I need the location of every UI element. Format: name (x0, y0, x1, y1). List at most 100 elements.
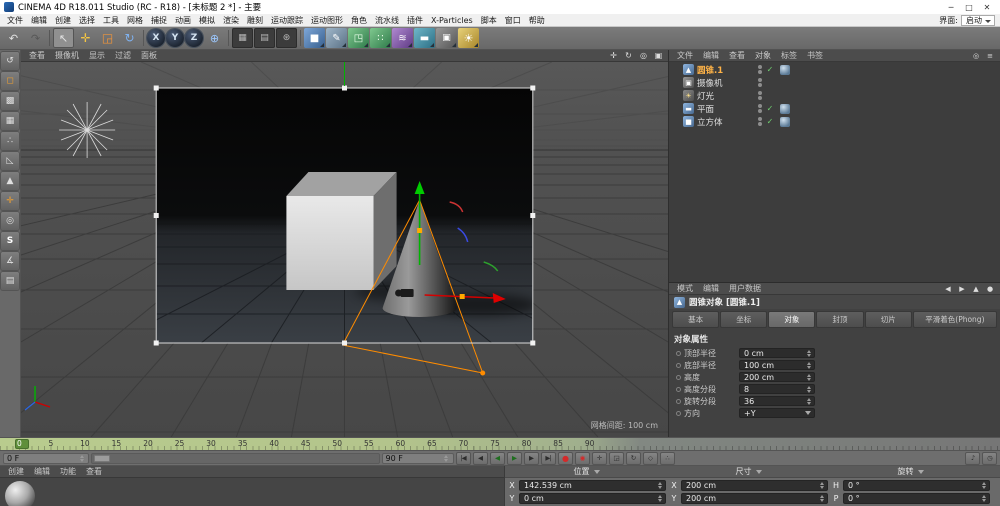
size-x-field[interactable]: 200 cm (681, 480, 828, 491)
parent-up-icon[interactable]: ▲ (971, 285, 981, 293)
menu-file[interactable]: 文件 (3, 15, 27, 26)
rotation-p-field[interactable]: 0 ° (843, 493, 990, 504)
timeline-ruler[interactable]: 0 5 10 15 20 25 30 35 40 45 50 55 60 65 … (0, 437, 1000, 450)
visibility-dots[interactable] (758, 91, 762, 100)
stepper-icon[interactable] (78, 455, 85, 462)
tab-object[interactable]: 对象 (768, 311, 815, 328)
stepper-icon[interactable] (805, 350, 812, 357)
mm-menu-create[interactable]: 创建 (3, 466, 29, 477)
vp-menu-panel[interactable]: 面板 (136, 50, 162, 61)
end-frame-field[interactable]: 90 F (382, 453, 454, 464)
history-forward-icon[interactable]: ▶ (957, 285, 967, 293)
object-row-cube[interactable]: ■ 立方体 ✓ (669, 115, 1000, 128)
playback-rate-button[interactable]: ◷ (982, 452, 997, 465)
menu-pipeline[interactable]: 流水线 (371, 15, 403, 26)
object-name[interactable]: 摄像机 (697, 77, 747, 89)
menu-snap[interactable]: 捕捉 (147, 15, 171, 26)
enabled-check-icon[interactable]: ✓ (765, 117, 775, 126)
tab-caps[interactable]: 封顶 (816, 311, 863, 328)
tab-basic[interactable]: 基本 (672, 311, 719, 328)
coordinate-system-button[interactable]: ⊕ (204, 28, 225, 48)
primitive-cube-button[interactable]: ■ (304, 28, 325, 48)
points-mode-button[interactable]: ∴ (1, 132, 19, 150)
vp-zoom-icon[interactable]: ◎ (637, 51, 650, 61)
sound-toggle-button[interactable]: ♪ (965, 452, 980, 465)
stepper-icon[interactable] (443, 455, 450, 462)
vp-maximize-icon[interactable]: ▣ (652, 51, 665, 61)
position-y-field[interactable]: 0 cm (519, 493, 666, 504)
vp-orbit-icon[interactable]: ↻ (622, 51, 635, 61)
vp-menu-view[interactable]: 查看 (24, 50, 50, 61)
anim-dot-icon[interactable] (676, 387, 681, 392)
object-row-light[interactable]: ☀ 灯光 ✓ (669, 89, 1000, 102)
menu-mesh[interactable]: 网格 (123, 15, 147, 26)
stepper-icon[interactable] (656, 495, 663, 502)
material-list[interactable] (0, 478, 504, 506)
render-picture-viewer-button[interactable]: ▤ (254, 28, 275, 48)
object-name[interactable]: 立方体 (697, 116, 747, 128)
om-menu-tags[interactable]: 标签 (776, 50, 802, 61)
am-menu-mode[interactable]: 模式 (672, 283, 698, 294)
bend-deformer-button[interactable]: ≋ (392, 28, 413, 48)
polygons-mode-button[interactable]: ▲ (1, 172, 19, 190)
key-scale-button[interactable]: ◲ (609, 452, 624, 465)
camera-object[interactable] (395, 289, 414, 297)
redo-button[interactable]: ↷ (25, 28, 46, 48)
menu-sculpt[interactable]: 雕刻 (243, 15, 267, 26)
viewport-canvas[interactable] (21, 62, 668, 437)
phong-tag-icon[interactable] (780, 104, 790, 114)
play-button[interactable]: ▶ (507, 452, 522, 465)
menu-x-particles[interactable]: X-Particles (427, 16, 477, 25)
om-menu-file[interactable]: 文件 (672, 50, 698, 61)
search-icon[interactable]: ◎ (971, 52, 981, 60)
object-name[interactable]: 平面 (697, 103, 747, 115)
goto-start-button[interactable]: |◀ (456, 452, 471, 465)
enabled-check-icon[interactable]: ✓ (765, 104, 775, 113)
orientation-dropdown[interactable]: +Y (739, 408, 815, 418)
height-field[interactable]: 200 cm (739, 372, 815, 382)
rotation-header[interactable]: 旋转 (832, 466, 990, 477)
viewport-solo-button[interactable]: ◎ (1, 212, 19, 230)
menu-animate[interactable]: 动画 (171, 15, 195, 26)
light-button[interactable]: ☀ (458, 28, 479, 48)
frame-slider-handle[interactable] (94, 455, 110, 462)
record-keyframe-button[interactable]: ● (558, 452, 573, 465)
floor-button[interactable]: ▬ (414, 28, 435, 48)
subdivision-surface-button[interactable]: ◳ (348, 28, 369, 48)
key-point-level-button[interactable]: ∴ (660, 452, 675, 465)
object-row-camera[interactable]: ▣ 摄像机 ✓ (669, 76, 1000, 89)
stepper-icon[interactable] (805, 374, 812, 381)
lock-icon[interactable]: ● (985, 285, 995, 293)
key-rotation-button[interactable]: ↻ (626, 452, 641, 465)
rotate-tool[interactable]: ↻ (119, 28, 140, 48)
visibility-dots[interactable] (758, 78, 762, 87)
edges-mode-button[interactable]: ◺ (1, 152, 19, 170)
stepper-icon[interactable] (805, 386, 812, 393)
spline-pen-button[interactable]: ✎ (326, 28, 347, 48)
interface-select[interactable]: 启动 (961, 15, 995, 26)
object-tree[interactable]: ▲ 圆锥.1 ✓ ▣ 摄像机 ✓ ☀ 灯 (669, 62, 1000, 282)
anim-dot-icon[interactable] (676, 351, 681, 356)
menu-tools[interactable]: 工具 (99, 15, 123, 26)
visibility-dots[interactable] (758, 65, 762, 74)
anim-dot-icon[interactable] (676, 363, 681, 368)
am-menu-edit[interactable]: 编辑 (698, 283, 724, 294)
visibility-dots[interactable] (758, 117, 762, 126)
filter-icon[interactable]: ≡ (985, 52, 995, 60)
mm-menu-view[interactable]: 查看 (81, 466, 107, 477)
move-tool[interactable]: ✛ (75, 28, 96, 48)
key-position-button[interactable]: ✛ (592, 452, 607, 465)
menu-motion-tracker[interactable]: 运动跟踪 (267, 15, 307, 26)
render-settings-button[interactable]: ⊛ (276, 28, 297, 48)
rotation-segments-field[interactable]: 36 (739, 396, 815, 406)
bottom-radius-field[interactable]: 100 cm (739, 360, 815, 370)
play-backward-button[interactable]: ◀ (490, 452, 505, 465)
frame-slider[interactable] (91, 453, 380, 464)
position-x-field[interactable]: 142.539 cm (519, 480, 666, 491)
menu-script[interactable]: 脚本 (477, 15, 501, 26)
z-axis-lock-button[interactable]: Z (185, 29, 203, 47)
stepper-icon[interactable] (980, 495, 987, 502)
position-header[interactable]: 位置 (508, 466, 666, 477)
menu-window[interactable]: 窗口 (501, 15, 525, 26)
autokey-button[interactable]: ◉ (575, 452, 590, 465)
